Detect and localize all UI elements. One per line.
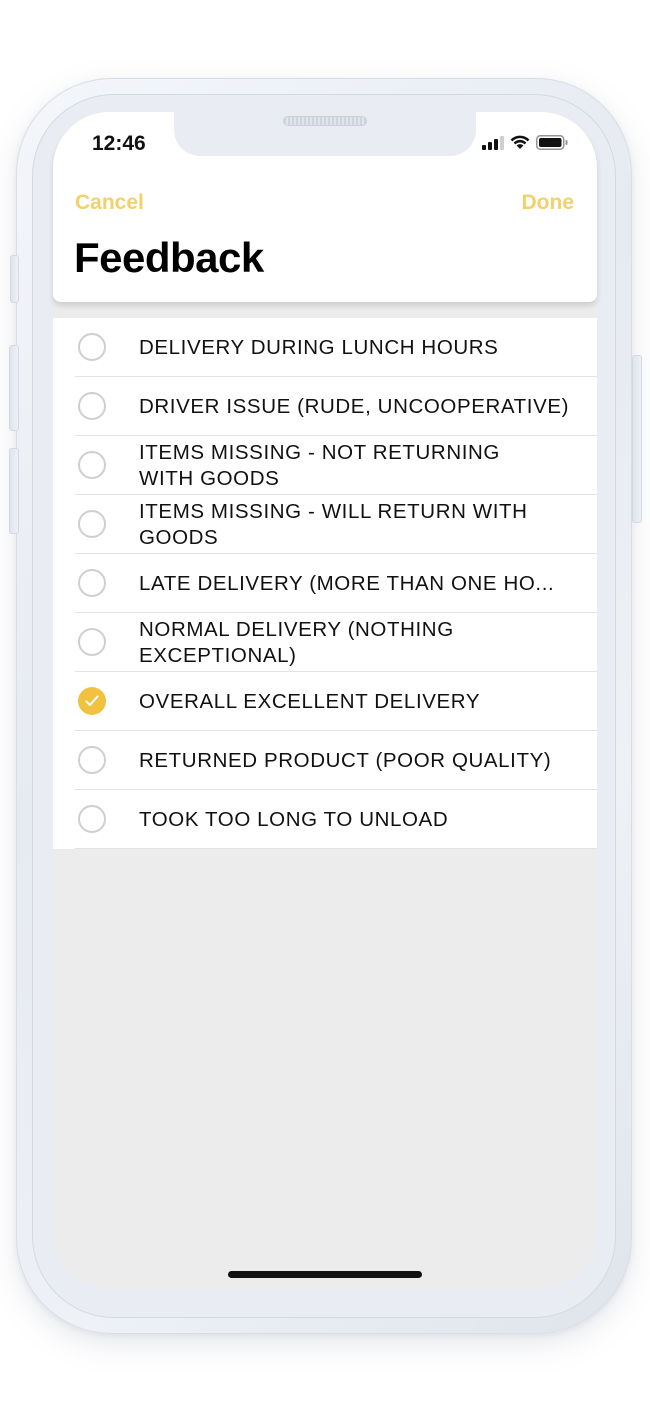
option-label: DRIVER ISSUE (RUDE, UNCOOPERATIVE): [139, 394, 570, 418]
option-label: ITEMS MISSING - WILL RETURN WITH GOODS: [139, 499, 528, 549]
battery-icon: [536, 135, 568, 155]
radio-button[interactable]: [78, 392, 106, 420]
power-button: [632, 355, 642, 523]
home-indicator[interactable]: [228, 1271, 422, 1278]
status-icons: [482, 135, 568, 155]
volume-up-button: [9, 345, 19, 431]
option-label: TOOK TOO LONG TO UNLOAD: [139, 807, 449, 831]
volume-down-button: [9, 448, 19, 534]
option-row-normal-delivery[interactable]: NORMAL DELIVERY (NOTHING EXCEPTIONAL): [53, 613, 597, 672]
radio-button[interactable]: [78, 333, 106, 361]
radio-button[interactable]: [78, 746, 106, 774]
option-row-overall-excellent-delivery[interactable]: OVERALL EXCELLENT DELIVERY: [53, 672, 597, 731]
status-time: 12:46: [92, 132, 146, 155]
option-row-driver-issue[interactable]: DRIVER ISSUE (RUDE, UNCOOPERATIVE): [53, 377, 597, 436]
option-label: LATE DELIVERY (MORE THAN ONE HO...: [139, 571, 555, 595]
radio-button[interactable]: [78, 510, 106, 538]
radio-button[interactable]: [78, 628, 106, 656]
checkmark-icon: [85, 695, 99, 706]
radio-button-checked[interactable]: [78, 687, 106, 715]
silent-switch: [10, 255, 19, 303]
option-row-items-missing-not-returning[interactable]: ITEMS MISSING - NOT RETURNING WITH GOODS: [53, 436, 597, 495]
radio-button[interactable]: [78, 569, 106, 597]
option-label: ITEMS MISSING - NOT RETURNING WITH GOODS: [139, 440, 500, 490]
option-label: RETURNED PRODUCT (POOR QUALITY): [139, 748, 552, 772]
radio-button[interactable]: [78, 451, 106, 479]
done-button[interactable]: Done: [522, 191, 575, 215]
radio-button[interactable]: [78, 805, 106, 833]
cancel-button[interactable]: Cancel: [75, 191, 144, 215]
feedback-options-list: DELIVERY DURING LUNCH HOURS DRIVER ISSUE…: [53, 318, 597, 849]
page-title: Feedback: [74, 234, 264, 281]
option-row-delivery-during-lunch-hours[interactable]: DELIVERY DURING LUNCH HOURS: [53, 318, 597, 377]
option-label: OVERALL EXCELLENT DELIVERY: [139, 689, 481, 713]
cellular-signal-icon: [482, 135, 504, 155]
option-row-items-missing-will-return[interactable]: ITEMS MISSING - WILL RETURN WITH GOODS: [53, 495, 597, 554]
device-mockup: 12:46 Cancel Done Feedback DELIVERY DURI…: [0, 0, 650, 1407]
option-row-returned-product[interactable]: RETURNED PRODUCT (POOR QUALITY): [53, 731, 597, 790]
option-row-took-too-long[interactable]: TOOK TOO LONG TO UNLOAD: [53, 790, 597, 849]
wifi-icon: [510, 135, 530, 155]
speaker-grille: [283, 116, 367, 126]
option-label: NORMAL DELIVERY (NOTHING EXCEPTIONAL): [139, 617, 454, 667]
option-row-late-delivery[interactable]: LATE DELIVERY (MORE THAN ONE HO...: [53, 554, 597, 613]
option-label: DELIVERY DURING LUNCH HOURS: [139, 335, 499, 359]
